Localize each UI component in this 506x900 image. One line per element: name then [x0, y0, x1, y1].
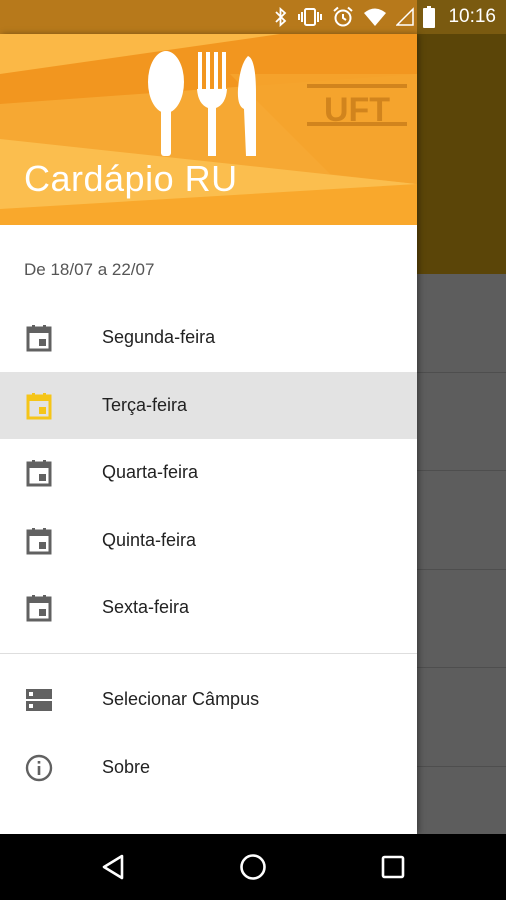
battery-icon: [423, 6, 436, 28]
home-icon: [240, 854, 266, 880]
drawer-item-label: Segunda-feira: [102, 327, 216, 347]
vibrate-icon: [298, 8, 323, 26]
signal-icon: [396, 7, 415, 26]
navigation-drawer: UFT Cardápio RU De 18/07 a 22/07 Segunda…: [0, 34, 417, 834]
back-button[interactable]: [73, 834, 153, 900]
list-divider: [417, 372, 506, 373]
drawer-item-sexta[interactable]: Sexta-feira: [0, 574, 417, 641]
drawer-item-about[interactable]: Sobre: [0, 734, 417, 801]
list-divider: [417, 470, 506, 471]
recents-button[interactable]: [353, 834, 433, 900]
drawer-item-label: Quinta-feira: [102, 530, 197, 550]
week-range-label: De 18/07 a 22/07: [24, 260, 155, 279]
calendar-icon: [26, 393, 52, 420]
drawer-item-label: Selecionar Câmpus: [102, 689, 260, 709]
info-icon: [25, 754, 53, 782]
calendar-icon: [26, 595, 52, 622]
status-icons: 10:16: [274, 0, 496, 34]
drawer-item-select-campus[interactable]: Selecionar Câmpus: [0, 666, 417, 733]
main-toolbar: [417, 34, 506, 274]
calendar-icon: [26, 460, 52, 487]
list-divider: [417, 766, 506, 767]
home-button[interactable]: [213, 834, 293, 900]
uft-logo-text: UFT: [324, 91, 390, 129]
drawer-header: UFT Cardápio RU: [0, 34, 417, 225]
alarm-icon: [333, 6, 354, 27]
drawer-item-label: Terça-feira: [102, 395, 188, 415]
list-divider: [417, 667, 506, 668]
drawer-item-terca[interactable]: Terça-feira: [0, 372, 417, 439]
app-title: Cardápio RU: [24, 158, 238, 199]
status-bar: 10:16: [0, 0, 506, 34]
recents-icon: [381, 855, 405, 879]
drawer-item-label: Sexta-feira: [102, 597, 190, 617]
main-content-scrim[interactable]: [417, 34, 506, 834]
calendar-icon: [26, 528, 52, 555]
storage-icon: [26, 689, 52, 711]
drawer-item-label: Quarta-feira: [102, 462, 199, 482]
drawer-item-quinta[interactable]: Quinta-feira: [0, 507, 417, 574]
wifi-icon: [364, 8, 387, 26]
drawer-item-label: Sobre: [102, 757, 151, 777]
navigation-bar: [0, 834, 506, 900]
drawer-item-segunda[interactable]: Segunda-feira: [0, 304, 417, 371]
drawer-item-quarta[interactable]: Quarta-feira: [0, 439, 417, 506]
status-clock: 10:16: [448, 6, 496, 27]
calendar-icon: [26, 325, 52, 352]
main-list: [417, 274, 506, 834]
bluetooth-icon: [275, 7, 287, 27]
back-icon: [102, 854, 124, 880]
drawer-divider: [0, 653, 417, 654]
list-divider: [417, 569, 506, 570]
